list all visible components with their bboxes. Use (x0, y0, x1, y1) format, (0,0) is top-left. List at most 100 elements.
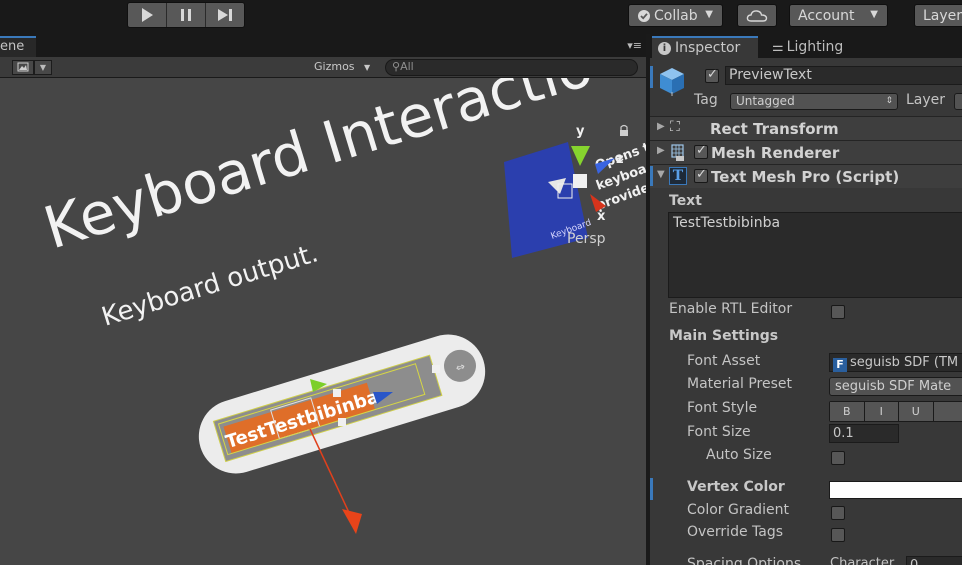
pause-icon (181, 9, 191, 21)
lock-icon[interactable] (620, 124, 628, 137)
rect-transform-icon: ⛶ (670, 119, 680, 135)
vertex-color-label: Vertex Color (687, 479, 785, 495)
scene-canvas: Keyboard Interactio Keyboard output. ⇔ T… (36, 78, 646, 534)
override-tags-label: Override Tags (687, 524, 784, 540)
cloud-icon (746, 9, 768, 22)
underline-button[interactable]: U (899, 402, 934, 421)
italic-button[interactable]: I (864, 402, 899, 421)
modified-indicator (650, 478, 653, 500)
keyboard-input-field: ⇔ TestTestbibinba (198, 334, 486, 474)
textmeshpro-icon: T (669, 167, 687, 185)
font-style-buttons: B I U (829, 401, 962, 422)
layer-dropdown[interactable] (954, 93, 962, 110)
text-mesh-pro-enabled-checkbox[interactable] (694, 167, 708, 183)
material-preset-value: seguisb SDF Mate (835, 379, 952, 394)
gizmo-z-label: z (616, 152, 624, 167)
render-mode-button[interactable] (12, 60, 34, 75)
foldout-arrow-icon: ▼ (657, 169, 665, 180)
scene-subtitle-text: Keyboard output. (98, 238, 321, 332)
scene-viewport[interactable]: Keyboard Interactio Keyboard output. ⇔ T… (0, 78, 646, 565)
tab-inspector-label: Inspector (675, 40, 741, 56)
selection-indicator (650, 66, 653, 88)
material-preset-dropdown[interactable]: seguisb SDF Mate (829, 377, 962, 396)
tab-lighting-label: Lighting (786, 39, 844, 55)
sliders-icon: ⚌ (772, 39, 784, 55)
chevron-down-icon[interactable]: ▼ (34, 60, 52, 75)
character-spacing-field[interactable]: 0 (906, 556, 962, 565)
search-icon: ⚲ (392, 60, 401, 73)
tab-inspector[interactable]: i Inspector (652, 36, 758, 58)
play-button[interactable] (128, 3, 167, 27)
layers-label: Layers (923, 7, 962, 24)
component-mesh-renderer[interactable]: ▶ Mesh Renderer (650, 140, 962, 164)
text-input-area[interactable]: TestTestbibinba (668, 212, 962, 298)
cloud-button[interactable] (737, 4, 777, 27)
layer-label: Layer (906, 92, 946, 108)
font-size-field[interactable]: 0.1 (829, 424, 899, 443)
more-style-button[interactable] (933, 402, 962, 421)
scene-control-bar: ▼ Gizmos ▼ ⚲All (0, 57, 646, 78)
chevron-down-icon: ▼ (364, 63, 371, 72)
info-icon: i (658, 41, 671, 55)
collab-label: Collab (654, 7, 698, 24)
mesh-renderer-enabled-checkbox[interactable] (694, 143, 708, 159)
tab-scene-label: ene (0, 39, 25, 54)
component-title: Mesh Renderer (711, 144, 840, 162)
inspector-tab-bar: i Inspector ⚌ Lighting (650, 34, 962, 58)
tag-dropdown[interactable]: Untagged ⇕ (730, 93, 898, 110)
spacing-options-label: Spacing Options (687, 556, 802, 565)
layers-button[interactable]: Layers (914, 4, 962, 27)
foldout-arrow-icon: ▶ (657, 121, 665, 132)
search-placeholder: All (400, 60, 414, 73)
panel-menu-icon[interactable]: ▾≡ (627, 39, 642, 52)
active-checkbox[interactable] (705, 67, 719, 83)
color-gradient-checkbox[interactable] (831, 506, 845, 520)
inspector-panel: i Inspector ⚌ Lighting PreviewText Tag U… (650, 34, 962, 565)
foldout-arrow-icon: ▶ (657, 145, 665, 156)
gizmos-dropdown[interactable]: Gizmos ▼ (308, 59, 374, 76)
character-spacing-label: Character (830, 556, 895, 565)
mesh-renderer-icon (671, 144, 684, 161)
step-button[interactable] (206, 3, 244, 27)
vertex-color-swatch[interactable] (829, 481, 962, 499)
pause-button[interactable] (167, 3, 206, 27)
text-section-label: Text (669, 193, 702, 209)
font-style-label: Font Style (687, 400, 758, 416)
account-label: Account (798, 7, 855, 24)
step-icon (218, 9, 232, 21)
tab-scene[interactable]: ene (0, 36, 36, 57)
gizmos-label: Gizmos (314, 60, 355, 73)
component-title: Text Mesh Pro (Script) (711, 168, 900, 186)
enable-rtl-label: Enable RTL Editor (669, 301, 793, 317)
enable-rtl-checkbox[interactable] (831, 305, 845, 319)
playback-controls (127, 2, 245, 28)
font-asset-label: Font Asset (687, 353, 761, 369)
collab-button[interactable]: Collab ▼ (628, 4, 723, 27)
gizmo-y-label: y (576, 124, 585, 139)
main-settings-label: Main Settings (669, 328, 779, 344)
object-name-field[interactable]: PreviewText (725, 66, 962, 85)
font-size-label: Font Size (687, 424, 751, 440)
color-gradient-label: Color Gradient (687, 502, 789, 518)
gameobject-cube-icon (660, 68, 684, 96)
chevron-down-icon: ▼ (705, 9, 713, 20)
override-tags-checkbox[interactable] (831, 528, 845, 542)
component-title: Rect Transform (710, 120, 839, 138)
component-rect-transform[interactable]: ▶ ⛶ Rect Transform (650, 116, 962, 140)
account-button[interactable]: Account ▼ (789, 4, 888, 27)
component-text-mesh-pro[interactable]: ▼ T Text Mesh Pro (Script) (650, 164, 962, 188)
bold-button[interactable]: B (830, 402, 865, 421)
tab-lighting[interactable]: ⚌ Lighting (766, 36, 849, 58)
component-indicator (650, 166, 653, 186)
orientation-gizmo[interactable]: Keyboard Opens th keyboar provider y z x… (504, 124, 646, 258)
auto-size-label: Auto Size (706, 447, 772, 463)
persp-label: Persp (567, 231, 606, 247)
font-asset-field[interactable]: Fseguisb SDF (TM (829, 353, 962, 372)
tag-value: Untagged (736, 94, 795, 108)
material-preset-label: Material Preset (687, 376, 792, 392)
auto-size-checkbox[interactable] (831, 451, 845, 465)
collab-check-icon (638, 9, 650, 22)
scene-search-input[interactable]: ⚲All (385, 59, 638, 76)
tag-label: Tag (694, 92, 718, 108)
scene-panel: ene ▾≡ ▼ Gizmos ▼ ⚲All Keyboard Interact… (0, 34, 646, 565)
